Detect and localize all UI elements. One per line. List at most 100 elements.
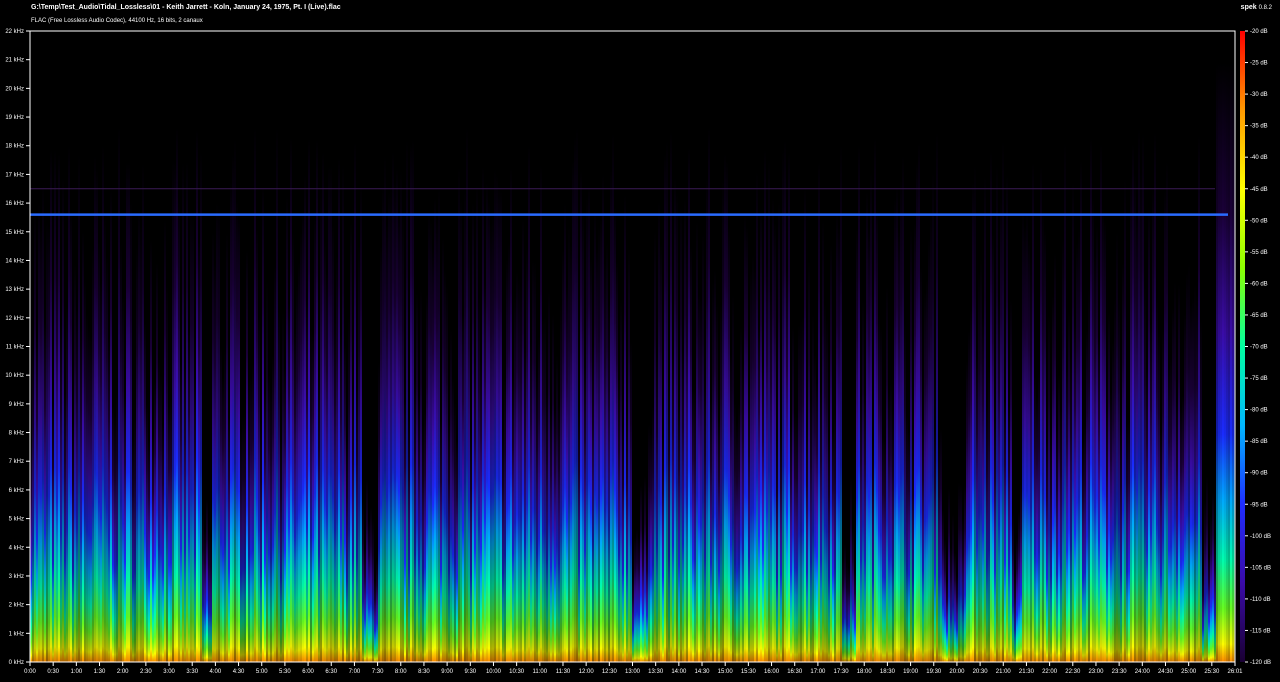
y-tick-label: 6 kHz	[9, 488, 24, 494]
spectrogram-column	[944, 539, 946, 662]
spectrogram-column	[988, 366, 990, 662]
spectrogram-column	[822, 220, 824, 662]
spectrogram-column	[334, 316, 336, 662]
spectrogram-column	[364, 548, 366, 662]
colorbar-tick-label: -105 dB	[1250, 565, 1271, 571]
spectrogram-column	[294, 331, 296, 662]
spectrogram-column	[522, 219, 524, 662]
spectrogram-column	[246, 250, 248, 662]
spectrogram-column	[68, 145, 70, 662]
spectrogram-column	[780, 430, 782, 662]
spectrogram-column	[1024, 225, 1026, 662]
spectrogram-column	[682, 350, 684, 662]
spectrogram-column	[1036, 396, 1038, 662]
spectrogram-column	[1086, 329, 1088, 662]
spectrogram-column	[534, 261, 536, 662]
spectrogram-column	[1172, 308, 1174, 662]
spectrogram-column	[156, 262, 158, 662]
spectrogram-column	[362, 501, 364, 662]
spectrogram-column	[730, 354, 732, 662]
spectrogram-column	[390, 187, 392, 662]
spectrogram-column	[468, 238, 470, 662]
spectrogram-column	[584, 365, 586, 662]
spectrogram-column	[528, 145, 530, 662]
spectrogram-column	[1054, 253, 1056, 662]
spectrogram-column	[140, 224, 142, 662]
x-tick-label: 4:30	[233, 669, 245, 675]
spectrogram-column	[1082, 441, 1084, 662]
spectrogram-column	[240, 429, 242, 662]
spectrogram-column	[146, 403, 148, 662]
x-tick-label: 1:30	[94, 669, 106, 675]
spectrogram-column	[616, 261, 618, 662]
spectrogram-column	[524, 347, 526, 662]
spectrogram-column	[228, 417, 230, 662]
x-tick-label: 22:00	[1042, 669, 1058, 675]
spectrogram-column	[1182, 395, 1184, 662]
spectrogram-column	[1030, 255, 1032, 662]
spectrogram-column	[750, 268, 752, 662]
spectrogram-column	[48, 225, 50, 662]
spectrogram-column	[736, 422, 738, 662]
spectrogram-column	[204, 529, 206, 662]
spectrogram-column	[796, 416, 798, 662]
spectrogram-column	[430, 220, 432, 662]
spectrogram-column	[708, 127, 710, 662]
spectrogram-column	[98, 241, 100, 662]
spectrogram-column	[158, 357, 160, 662]
spectrogram-column	[488, 201, 490, 662]
spectrogram-column	[370, 507, 372, 662]
spectrogram-column	[572, 160, 574, 662]
spectrogram-column	[460, 198, 462, 662]
spectrogram-column	[950, 547, 952, 662]
spectrogram-column	[352, 386, 354, 662]
spectrogram-column	[466, 127, 468, 662]
spectrogram-column	[324, 240, 326, 662]
spectrogram-column	[850, 477, 852, 662]
spectrogram-column	[868, 227, 870, 662]
spectrogram-column	[1102, 207, 1104, 662]
spectrogram-column	[766, 262, 768, 662]
x-tick-label: 10:30	[509, 669, 525, 675]
spectrogram-column	[960, 484, 962, 662]
x-tick-label: 16:00	[764, 669, 780, 675]
spectrogram-column	[838, 226, 840, 662]
spectrogram-column	[1112, 341, 1114, 662]
spectrogram-column	[882, 436, 884, 662]
x-tick-label: 2:00	[117, 669, 129, 675]
spectrogram-column	[1144, 285, 1146, 662]
spectrogram-column	[928, 238, 930, 662]
spectrogram-column	[1204, 500, 1206, 662]
spectrogram-column	[918, 143, 920, 662]
spectrogram-column	[650, 432, 652, 662]
spectrogram-column	[62, 177, 64, 662]
x-tick-label: 13:30	[648, 669, 664, 675]
spectrogram-column	[120, 241, 122, 662]
spectrogram-column	[70, 211, 72, 662]
spectrogram-column	[1100, 143, 1102, 662]
spectrogram-column	[50, 150, 52, 662]
spectrogram-column	[840, 144, 842, 662]
spectrogram-column	[486, 182, 488, 662]
spectrogram-column	[470, 430, 472, 662]
spectrogram-column	[1070, 355, 1072, 662]
spectrogram-column	[580, 171, 582, 662]
spectrogram-column	[254, 127, 256, 662]
spectrogram-column	[1020, 484, 1022, 662]
x-tick-label: 11:00	[533, 669, 548, 675]
spectrogram-column	[1136, 209, 1138, 662]
spectrogram-column	[1006, 175, 1008, 662]
spectrogram-column	[160, 375, 162, 662]
spectrogram-column	[84, 278, 86, 662]
spectrogram-column	[1120, 427, 1122, 662]
spectrogram-column	[932, 171, 934, 662]
spectrogram-column	[212, 232, 214, 662]
spectrogram-column	[904, 323, 906, 662]
colorbar-tick-label: -70 dB	[1250, 345, 1268, 351]
spectrogram-column	[632, 576, 634, 662]
x-tick-label: 6:30	[325, 669, 337, 675]
spectrogram-column	[912, 439, 914, 662]
x-tick-label: 3:00	[163, 669, 175, 675]
y-tick-label: 15 kHz	[5, 230, 24, 236]
spectrogram-column	[436, 216, 438, 662]
